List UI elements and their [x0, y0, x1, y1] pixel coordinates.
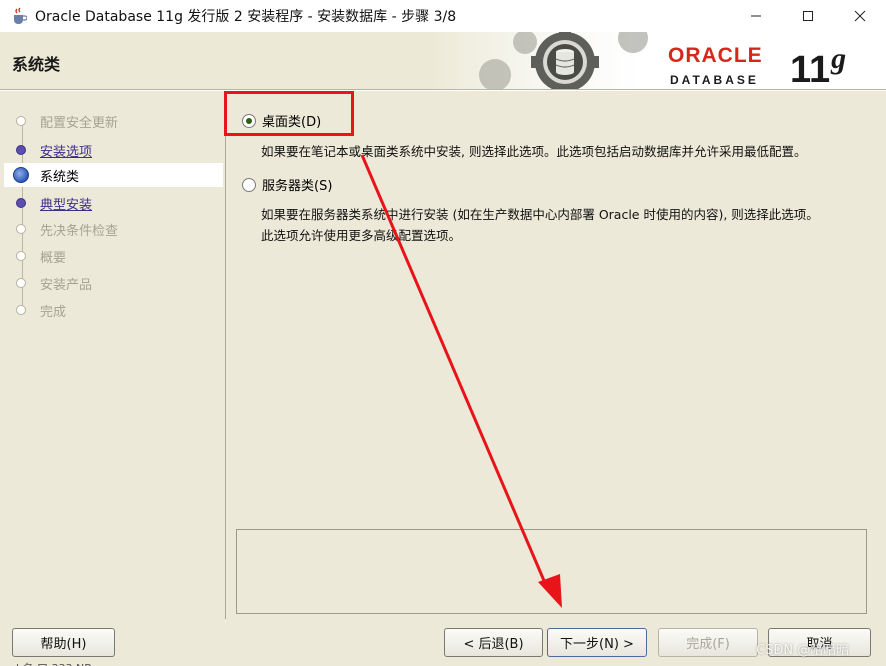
- maximize-button[interactable]: [782, 0, 834, 32]
- back-button[interactable]: < 后退(B): [444, 628, 543, 657]
- close-icon: [854, 10, 866, 22]
- next-button[interactable]: 下一步(N) >: [547, 628, 647, 657]
- step-install-options[interactable]: 安装选项: [4, 138, 223, 162]
- step-dot-icon: [16, 224, 26, 234]
- step-dot-icon: [16, 145, 26, 155]
- header-banner: 系统类 ORACLE DATABASE 11g: [0, 32, 886, 90]
- step-label: 概要: [40, 250, 67, 266]
- step-typical-install[interactable]: 典型安装: [4, 191, 223, 215]
- step-label: 系统类: [40, 169, 80, 185]
- server-class-label[interactable]: 服务器类(S): [262, 175, 332, 194]
- step-dot-icon: [16, 116, 26, 126]
- step-dot-icon: [16, 278, 26, 288]
- step-label[interactable]: 典型安装: [40, 194, 92, 213]
- database-wordmark: DATABASE: [670, 73, 759, 87]
- oracle-logo: ORACLE: [668, 44, 763, 67]
- radio-unselected-icon[interactable]: [242, 177, 256, 192]
- watermark: CSDN @暗暗暗: [756, 643, 850, 658]
- step-install-product: 安装产品: [4, 271, 223, 295]
- page-title: 系统类: [12, 55, 61, 74]
- version-suffix: g: [831, 42, 847, 75]
- step-summary: 概要: [4, 244, 223, 268]
- title-bar: Oracle Database 11g 发行版 2 安装程序 - 安装数据库 -…: [0, 0, 886, 32]
- step-label: 配置安全更新: [40, 115, 119, 131]
- step-dot-icon: [16, 198, 26, 208]
- step-label: 安装产品: [40, 277, 93, 293]
- step-config-security-updates: 配置安全更新: [4, 109, 223, 133]
- status-text: l 名 曰 333 NB: [16, 660, 92, 666]
- steps-panel: 配置安全更新 安装选项 系统类 典型安装 先决条件检查 概要 安装产品 完成: [4, 91, 226, 619]
- close-button[interactable]: [834, 0, 886, 32]
- server-class-description-line1: 如果要在服务器类系统中进行安装 (如在生产数据中心内部署 Oracle 时使用的…: [261, 207, 819, 222]
- step-label: 完成: [40, 304, 67, 320]
- body-area: 配置安全更新 安装选项 系统类 典型安装 先决条件检查 概要 安装产品 完成 桌…: [0, 91, 886, 666]
- minimize-button[interactable]: [730, 0, 782, 32]
- server-class-radio[interactable]: 服务器类(S): [242, 175, 332, 194]
- step-label: 先决条件检查: [40, 223, 119, 239]
- finish-button: 完成(F): [658, 628, 758, 657]
- step-current-icon: [13, 167, 29, 183]
- step-dot-icon: [16, 305, 26, 315]
- desktop-class-radio[interactable]: 桌面类(D): [242, 111, 321, 130]
- step-dot-icon: [16, 251, 26, 261]
- message-area: [236, 529, 867, 614]
- maximize-icon: [803, 11, 813, 21]
- version-number: 11: [790, 49, 831, 90]
- version-mark: 11g: [790, 44, 846, 90]
- oracle-java-cup-icon: [14, 7, 27, 24]
- help-button[interactable]: 帮助(H): [12, 628, 115, 657]
- desktop-class-description: 如果要在笔记本或桌面类系统中安装, 则选择此选项。此选项包括启动数据库并允许采用…: [261, 144, 807, 159]
- step-label[interactable]: 安装选项: [40, 141, 92, 160]
- step-prereq-checks: 先决条件检查: [4, 217, 223, 241]
- server-class-description-line2: 此选项允许使用更多高级配置选项。: [261, 228, 462, 243]
- gears-graphic: [479, 32, 648, 89]
- radio-selected-icon[interactable]: [242, 113, 256, 128]
- desktop-class-label[interactable]: 桌面类(D): [262, 111, 321, 130]
- step-finish: 完成: [4, 298, 223, 322]
- window-title: Oracle Database 11g 发行版 2 安装程序 - 安装数据库 -…: [35, 9, 457, 25]
- minimize-icon: [751, 15, 761, 17]
- step-system-class: 系统类: [4, 163, 223, 187]
